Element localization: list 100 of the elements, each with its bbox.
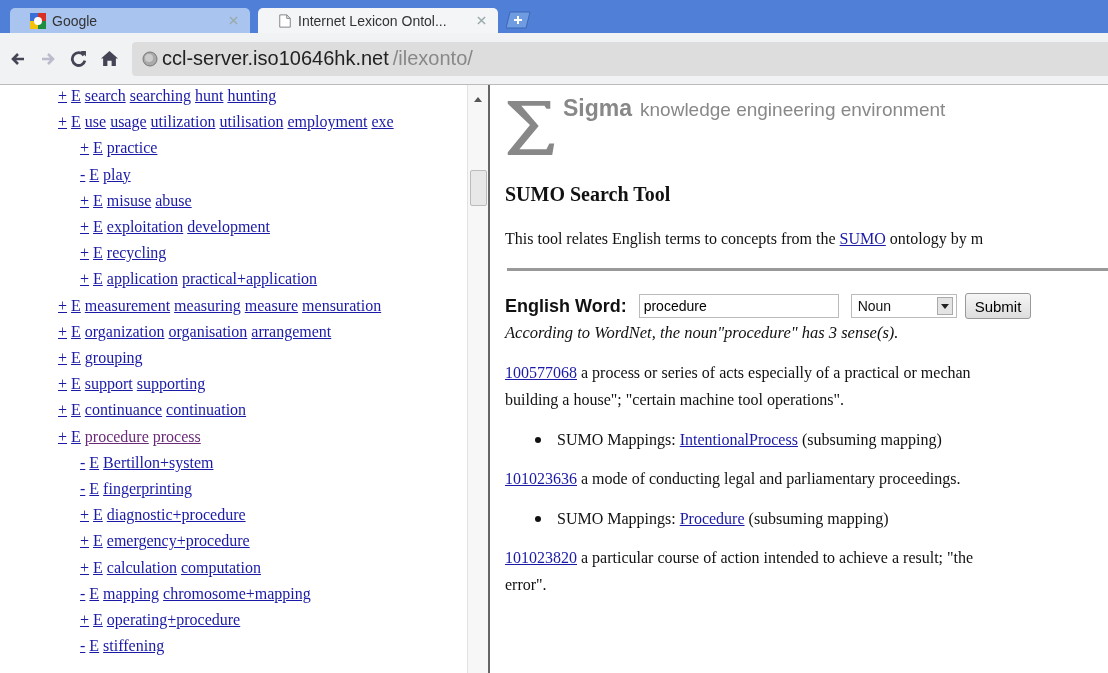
term-link[interactable]: search [84, 87, 126, 104]
term-link[interactable]: process [152, 427, 201, 445]
entry-link[interactable]: E [71, 296, 81, 314]
term-link[interactable]: chromosome+mapping [163, 584, 311, 602]
term-link[interactable]: exploitation [106, 218, 184, 235]
term-link[interactable]: use [84, 113, 107, 131]
browser-tab[interactable]: Google [10, 8, 250, 33]
term-link[interactable]: searching [129, 87, 191, 104]
part-of-speech-dropdown[interactable]: Noun [850, 294, 957, 318]
term-link[interactable]: recycling [106, 244, 167, 262]
entry-link[interactable]: E [71, 375, 81, 393]
term-link[interactable]: usage [110, 113, 147, 131]
term-link[interactable]: continuation [166, 401, 247, 419]
term-link[interactable]: Bertillon+system [103, 453, 214, 471]
expand-toggle-link[interactable]: + [80, 558, 90, 576]
expand-toggle-link[interactable]: + [80, 611, 90, 629]
scrollbar[interactable] [467, 85, 488, 673]
term-link[interactable]: stiffening [103, 637, 165, 655]
term-link[interactable]: measurement [84, 296, 171, 314]
entry-link[interactable]: E [71, 113, 81, 131]
scroll-up-icon[interactable] [474, 97, 482, 102]
reload-icon[interactable] [70, 50, 87, 67]
new-tab-icon[interactable] [506, 11, 532, 29]
term-link[interactable]: fingerprinting [103, 480, 192, 498]
sense-id-link[interactable]: 100577068 [505, 364, 577, 381]
term-link[interactable]: hunt [195, 87, 224, 104]
entry-link[interactable]: E [93, 191, 103, 209]
term-link[interactable]: play [103, 165, 131, 183]
term-link[interactable]: hunting [227, 87, 277, 104]
term-link[interactable]: practical+application [181, 270, 318, 288]
expand-toggle-link[interactable]: + [80, 270, 90, 288]
entry-link[interactable]: E [93, 506, 103, 524]
scroll-thumb[interactable] [470, 170, 487, 206]
expand-toggle-link[interactable]: + [58, 296, 68, 314]
term-link[interactable]: continuance [84, 401, 163, 419]
entry-link[interactable]: E [93, 558, 103, 576]
term-link[interactable]: organization [84, 322, 165, 340]
term-link[interactable]: support [84, 375, 133, 393]
term-link[interactable]: development [187, 218, 270, 235]
term-link[interactable]: abuse [155, 191, 192, 209]
home-icon[interactable] [101, 50, 118, 67]
term-link[interactable]: operating+procedure [106, 611, 241, 629]
term-link[interactable]: employment [287, 113, 368, 131]
entry-link[interactable]: E [93, 611, 103, 629]
expand-toggle-link[interactable]: + [58, 427, 68, 445]
expand-toggle-link[interactable]: + [58, 375, 68, 393]
term-link[interactable]: procedure [84, 427, 149, 445]
entry-link[interactable]: E [89, 453, 100, 471]
entry-link[interactable]: E [89, 637, 100, 655]
submit-button[interactable]: Submit [964, 293, 1032, 319]
term-link[interactable]: application [106, 270, 178, 288]
term-link[interactable]: utilization [150, 113, 216, 131]
expand-toggle-link[interactable]: + [80, 218, 90, 235]
term-link[interactable]: practice [106, 139, 158, 157]
expand-toggle-link[interactable]: - [80, 453, 86, 471]
expand-toggle-link[interactable]: + [80, 532, 90, 550]
term-link[interactable]: mapping [103, 584, 160, 602]
term-link[interactable]: organisation [168, 322, 248, 340]
entry-link[interactable]: E [71, 87, 81, 104]
expand-toggle-link[interactable]: - [80, 637, 86, 655]
back-icon[interactable] [10, 50, 26, 67]
sense-id-link[interactable]: 101023636 [505, 470, 577, 487]
term-link[interactable]: mensuration [302, 296, 382, 314]
expand-toggle-link[interactable]: + [58, 401, 68, 419]
address-bar[interactable]: ccl-server.iso10646hk.net /ilexonto/ [132, 41, 1108, 76]
browser-tab[interactable]: Internet Lexicon Ontol... [258, 8, 498, 33]
term-link[interactable]: grouping [84, 349, 143, 367]
term-link[interactable]: diagnostic+procedure [106, 506, 246, 524]
concept-link[interactable]: IntentionalProcess [679, 431, 798, 448]
entry-link[interactable]: E [93, 244, 103, 262]
entry-link[interactable]: E [93, 270, 103, 288]
term-link[interactable]: arrangement [251, 322, 332, 340]
term-link[interactable]: emergency+procedure [106, 532, 250, 550]
entry-link[interactable]: E [93, 218, 103, 235]
expand-toggle-link[interactable]: - [80, 584, 86, 602]
term-link[interactable]: misuse [106, 191, 152, 209]
expand-toggle-link[interactable]: + [80, 191, 90, 209]
entry-link[interactable]: E [93, 139, 103, 157]
word-input-field[interactable]: procedure [638, 294, 839, 318]
term-link[interactable]: measure [244, 296, 299, 314]
entry-link[interactable]: E [93, 532, 103, 550]
term-link[interactable]: exe [371, 113, 394, 131]
sense-id-link[interactable]: 101023820 [505, 549, 577, 566]
sumo-link[interactable]: SUMO [839, 230, 886, 247]
entry-link[interactable]: E [89, 480, 100, 498]
term-link[interactable]: supporting [136, 375, 206, 393]
entry-link[interactable]: E [71, 349, 81, 367]
term-link[interactable]: computation [181, 558, 261, 576]
term-link[interactable]: utilisation [219, 113, 284, 131]
expand-toggle-link[interactable]: + [58, 322, 68, 340]
entry-link[interactable]: E [89, 165, 100, 183]
expand-toggle-link[interactable]: + [80, 506, 90, 524]
concept-link[interactable]: Procedure [679, 510, 745, 527]
entry-link[interactable]: E [71, 401, 81, 419]
expand-toggle-link[interactable]: - [80, 165, 86, 183]
entry-link[interactable]: E [89, 584, 100, 602]
term-link[interactable]: measuring [174, 296, 241, 314]
expand-toggle-link[interactable]: + [58, 87, 68, 104]
term-link[interactable]: calculation [106, 558, 177, 576]
expand-toggle-link[interactable]: + [58, 113, 68, 131]
